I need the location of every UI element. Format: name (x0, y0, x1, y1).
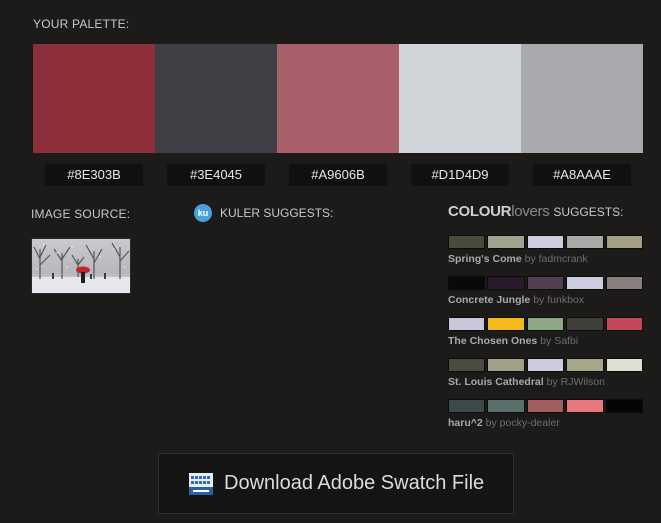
palette-chip[interactable] (605, 235, 644, 249)
hex-code-4[interactable]: #D1D4D9 (411, 164, 509, 186)
palette-chip[interactable] (566, 358, 604, 372)
palette-by-label: by (540, 335, 552, 347)
palette-name-link[interactable]: The Chosen Ones (448, 335, 537, 347)
palette-chip[interactable] (605, 358, 644, 372)
palette-page: YOUR PALETTE: #8E303B #3E4045 #A9606B #D… (0, 0, 661, 523)
hex-code-3[interactable]: #A9606B (289, 164, 387, 186)
palette-by-label: by (485, 417, 497, 429)
palette-chip[interactable] (526, 235, 565, 249)
palette-by-label: by (524, 253, 536, 265)
palette-chip[interactable] (448, 235, 486, 249)
hex-code-2[interactable]: #3E4045 (167, 164, 265, 186)
palette-chip[interactable] (566, 317, 604, 331)
image-source-label: IMAGE SOURCE: (31, 207, 131, 221)
hex-codes: #8E303B #3E4045 #A9606B #D1D4D9 #A8AAAE (33, 164, 643, 186)
palette-title: YOUR PALETTE: (33, 17, 130, 31)
palette-chip[interactable] (605, 317, 644, 331)
palette-author-link[interactable]: pocky-dealer (500, 417, 560, 429)
palette-swatch-2[interactable] (155, 44, 277, 153)
kuler-suggests: ku KULER SUGGESTS: (194, 204, 333, 222)
colourlovers-logo-light: lovers (511, 203, 550, 220)
palette-chip[interactable] (605, 399, 644, 413)
hex-code-1[interactable]: #8E303B (45, 164, 143, 186)
colourlovers-header: COLOUR lovers SUGGESTS: (448, 203, 623, 220)
palette-chip[interactable] (448, 358, 486, 372)
colourlovers-palette: The Chosen Ones by Safbi (448, 317, 644, 358)
palette-swatch-1[interactable] (33, 44, 155, 153)
kuler-suggests-label: KULER SUGGESTS: (220, 206, 334, 220)
palette-by-label: by (546, 376, 558, 388)
palette-swatch-3[interactable] (277, 44, 399, 153)
palette-chip[interactable] (487, 317, 525, 331)
palette-name-link[interactable]: Concrete Jungle (448, 294, 530, 306)
palette-color-strip[interactable] (448, 358, 644, 372)
image-source-thumbnail[interactable] (31, 238, 131, 294)
palette-chip[interactable] (487, 399, 525, 413)
palette-name-link[interactable]: St. Louis Cathedral (448, 376, 544, 388)
palette-swatches (33, 44, 643, 153)
palette-chip[interactable] (487, 235, 525, 249)
palette-name-link[interactable]: Spring's Come (448, 253, 522, 265)
palette-chip[interactable] (566, 235, 604, 249)
palette-author-link[interactable]: fadmcrank (539, 253, 588, 265)
palette-chip[interactable] (605, 276, 644, 290)
colourlovers-palette: St. Louis Cathedral by RJWilson (448, 358, 644, 399)
swatch-file-icon (189, 472, 213, 495)
palette-swatch-5[interactable] (521, 44, 643, 153)
snowy-park-image (32, 239, 130, 293)
palette-chip[interactable] (448, 399, 486, 413)
palette-author-link[interactable]: Safbi (554, 335, 578, 347)
colourlovers-palette: Spring's Come by fadmcrank (448, 235, 644, 276)
palette-author-link[interactable]: RJWilson (561, 376, 605, 388)
palette-chip[interactable] (526, 358, 565, 372)
palette-chip[interactable] (526, 399, 565, 413)
palette-chip[interactable] (487, 358, 525, 372)
palette-author-link[interactable]: funkbox (547, 294, 584, 306)
colourlovers-palette: Concrete Jungle by funkbox (448, 276, 644, 317)
download-swatch-button[interactable]: Download Adobe Swatch File (158, 453, 514, 514)
hex-code-5[interactable]: #A8AAAE (533, 164, 631, 186)
palette-chip[interactable] (566, 399, 604, 413)
palette-color-strip[interactable] (448, 399, 644, 413)
colourlovers-palette-list: Spring's Come by fadmcrank Concrete Jung… (448, 235, 644, 440)
palette-chip[interactable] (487, 276, 525, 290)
palette-chip[interactable] (448, 276, 486, 290)
palette-swatch-4[interactable] (399, 44, 521, 153)
kuler-logo-icon: ku (194, 204, 212, 222)
palette-by-label: by (533, 294, 545, 306)
palette-color-strip[interactable] (448, 276, 644, 290)
colourlovers-logo-bold: COLOUR (448, 203, 512, 220)
palette-chip[interactable] (526, 317, 565, 331)
colourlovers-palette: haru^2 by pocky-dealer (448, 399, 644, 440)
palette-chip[interactable] (448, 317, 486, 331)
palette-name-link[interactable]: haru^2 (448, 417, 483, 429)
palette-color-strip[interactable] (448, 235, 644, 249)
download-swatch-label: Download Adobe Swatch File (224, 472, 485, 494)
palette-color-strip[interactable] (448, 317, 644, 331)
palette-chip[interactable] (566, 276, 604, 290)
palette-chip[interactable] (526, 276, 565, 290)
colourlovers-suggests-label: SUGGESTS: (553, 205, 624, 219)
